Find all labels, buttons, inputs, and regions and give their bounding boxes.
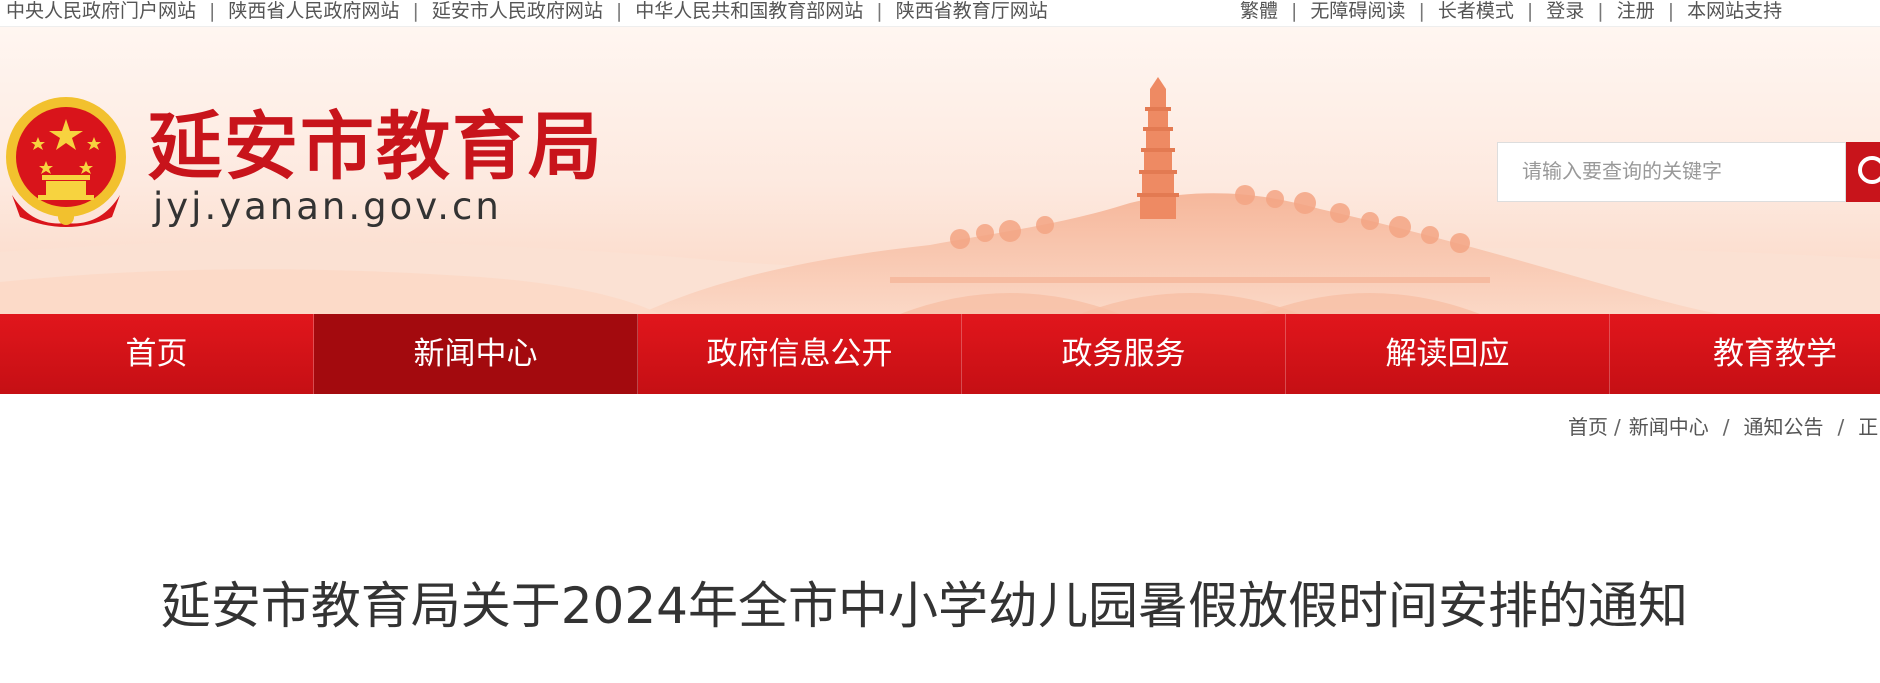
site-title[interactable]: 延安市教育局 — [148, 104, 604, 190]
separator: | — [1526, 0, 1534, 22]
external-links: 中央人民政府门户网站 | 陕西省人民政府网站 | 延安市人民政府网站 | 中华人民共和国教育… — [6, 0, 1048, 22]
link-ministry-education[interactable]: 中华人民共和国教育部网站 — [635, 0, 863, 22]
link-yanan-gov[interactable]: 延安市人民政府网站 — [432, 0, 603, 22]
nav-gov-services[interactable]: 政务服务 — [962, 314, 1286, 394]
article-title-wrapper: 延安市教育局关于2024年全市中小学幼儿园暑假放假时间安排的通知 — [0, 572, 1688, 640]
elder-mode-link[interactable]: 长者模式 — [1438, 0, 1514, 22]
separator: | — [1291, 0, 1298, 22]
breadcrumb-separator: / — [1837, 415, 1845, 439]
link-shaanxi-gov[interactable]: 陕西省人民政府网站 — [228, 0, 399, 22]
search-button[interactable] — [1846, 142, 1880, 202]
link-shaanxi-education[interactable]: 陕西省教育厅网站 — [896, 0, 1048, 22]
nav-news-center[interactable]: 新闻中心 — [314, 314, 638, 394]
search-box — [1497, 142, 1846, 202]
breadcrumb-separator: / — [1614, 415, 1621, 439]
search-icon — [1858, 156, 1880, 184]
accessibility-link[interactable]: 无障碍阅读 — [1310, 0, 1405, 22]
separator: | — [1418, 0, 1425, 22]
separator: | — [615, 0, 623, 22]
breadcrumb-news-center[interactable]: 新闻中心 — [1629, 415, 1709, 439]
site-support-link[interactable]: 本网站支持 — [1687, 0, 1782, 22]
login-link[interactable]: 登录 — [1546, 0, 1584, 22]
top-utility-bar: 中央人民政府门户网站 | 陕西省人民政府网站 | 延安市人民政府网站 | 中华人民共和国教育… — [0, 0, 1880, 27]
header-banner: 延安市教育局 jyj.yanan.gov.cn — [0, 27, 1880, 314]
nav-education-teaching[interactable]: 教育教学 — [1610, 314, 1880, 394]
separator: | — [1667, 0, 1675, 22]
separator: | — [1597, 0, 1604, 22]
separator: | — [412, 0, 419, 22]
breadcrumb-home[interactable]: 首页 — [1568, 415, 1608, 439]
breadcrumb-notices[interactable]: 通知公告 — [1744, 415, 1824, 439]
nav-gov-info-disclosure[interactable]: 政府信息公开 — [638, 314, 962, 394]
breadcrumb-separator: / — [1722, 415, 1730, 439]
national-emblem-icon — [6, 97, 126, 227]
separator: | — [209, 0, 216, 22]
article-title: 延安市教育局关于2024年全市中小学幼儿园暑假放假时间安排的通知 — [160, 577, 1688, 635]
separator: | — [876, 0, 883, 22]
traditional-chinese-link[interactable]: 繁體 — [1240, 0, 1278, 22]
breadcrumb: 首页 / 新闻中心 / 通知公告 / 正 — [1568, 412, 1878, 442]
site-domain: jyj.yanan.gov.cn — [153, 185, 502, 228]
nav-interpretation[interactable]: 解读回应 — [1286, 314, 1610, 394]
breadcrumb-current: 正 — [1858, 415, 1879, 439]
link-central-gov[interactable]: 中央人民政府门户网站 — [6, 0, 196, 22]
user-tools: 繁體 | 无障碍阅读 | 长者模式 | 登录 | 注册 | 本网站支持 — [1240, 0, 1782, 22]
nav-home[interactable]: 首页 — [0, 314, 314, 394]
main-nav: 首页 新闻中心 政府信息公开 政务服务 解读回应 教育教学 — [0, 314, 1880, 394]
search-input[interactable] — [1498, 143, 1828, 199]
register-link[interactable]: 注册 — [1617, 0, 1655, 22]
